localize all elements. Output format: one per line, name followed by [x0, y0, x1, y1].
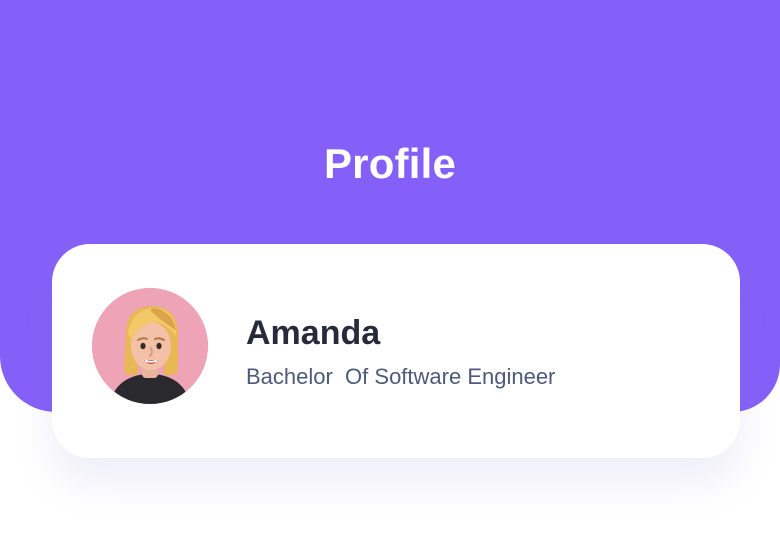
- user-degree: Bachelor Of Software Engineer: [246, 364, 556, 389]
- avatar-illustration-icon: [92, 288, 208, 404]
- avatar[interactable]: [92, 288, 208, 404]
- user-name: Amanda: [246, 314, 381, 352]
- page-title: Profile: [323, 140, 457, 187]
- profile-screen: Profile Amanda Bachelor Of Software Engi…: [0, 0, 780, 538]
- profile-card[interactable]: Amanda Bachelor Of Software Engineer: [52, 244, 740, 458]
